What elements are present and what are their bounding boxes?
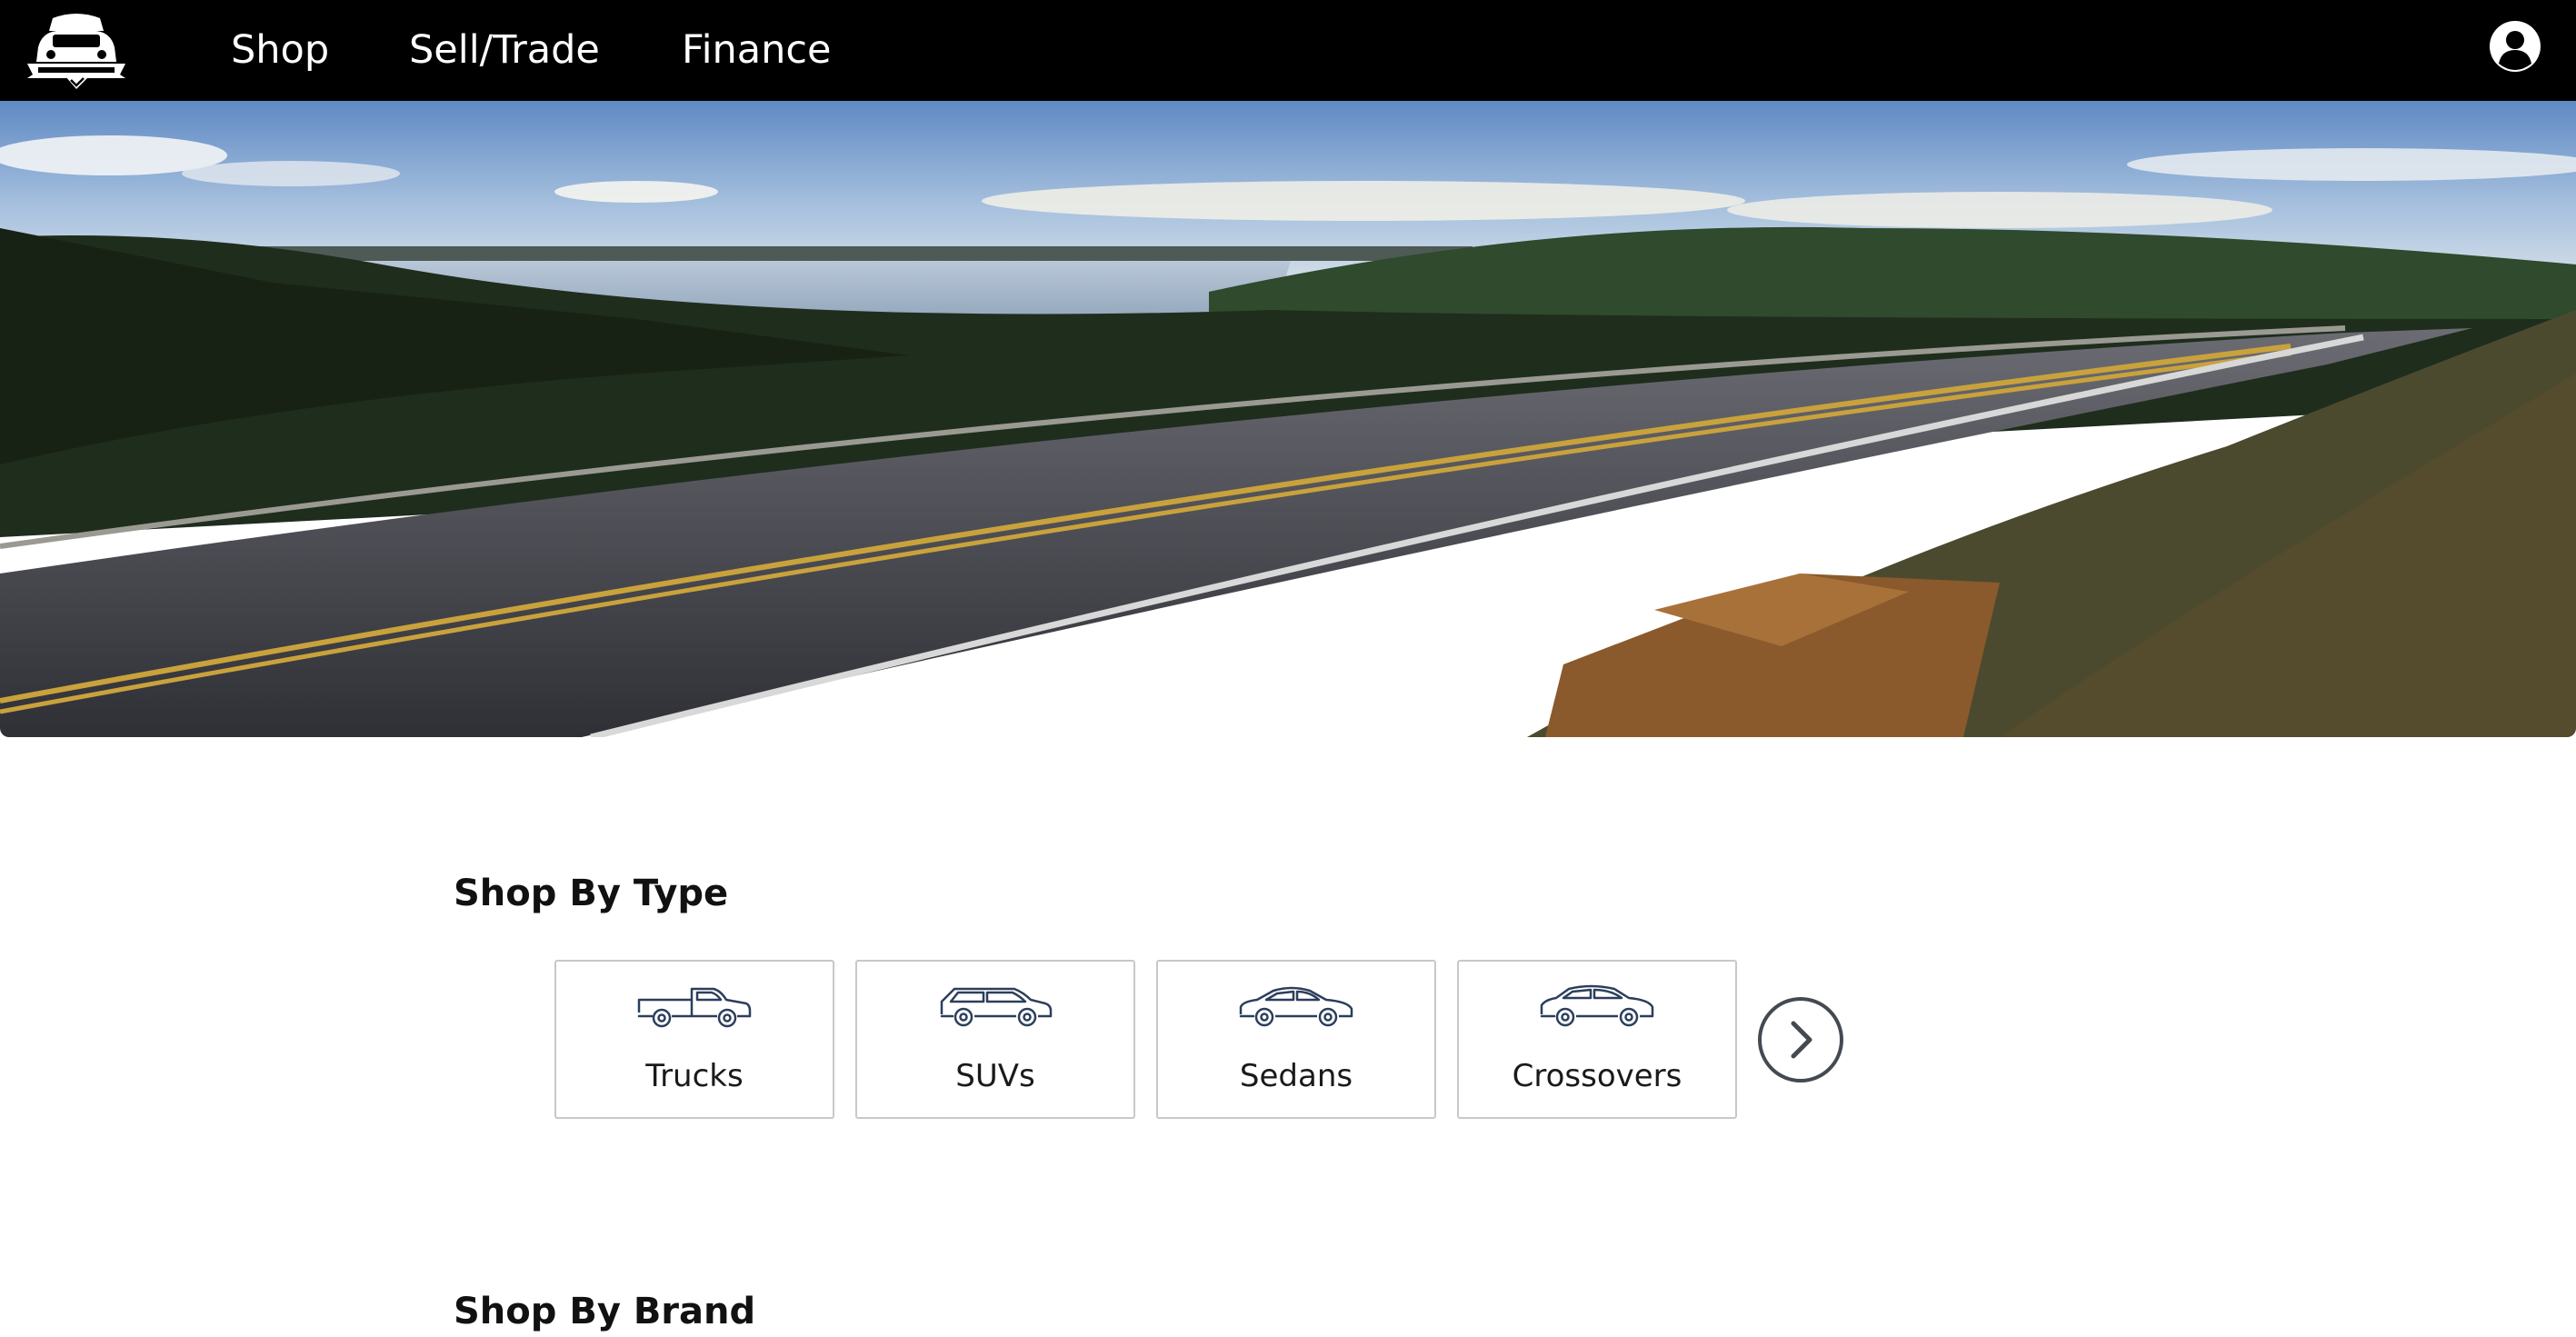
shop-by-brand-heading: Shop By Brand bbox=[454, 1291, 756, 1332]
type-label-trucks: Trucks bbox=[645, 1058, 744, 1094]
user-account-icon[interactable] bbox=[2489, 20, 2541, 73]
car-shield-logo-icon[interactable] bbox=[25, 11, 127, 89]
nav-finance[interactable]: Finance bbox=[682, 24, 832, 76]
type-label-suvs: SUVs bbox=[955, 1058, 1035, 1094]
truck-icon bbox=[635, 980, 754, 1031]
type-label-sedans: Sedans bbox=[1239, 1058, 1353, 1094]
nav-shop[interactable]: Shop bbox=[231, 24, 329, 76]
shop-by-type-heading: Shop By Type bbox=[454, 873, 729, 914]
type-card-crossovers[interactable]: Crossovers bbox=[1457, 960, 1737, 1119]
top-nav-bar: Shop Sell/Trade Finance bbox=[0, 0, 2576, 101]
sedan-icon bbox=[1237, 980, 1355, 1031]
crossover-icon bbox=[1538, 980, 1656, 1031]
type-card-trucks[interactable]: Trucks bbox=[554, 960, 834, 1119]
type-label-crossovers: Crossovers bbox=[1512, 1058, 1682, 1094]
type-card-sedans[interactable]: Sedans bbox=[1156, 960, 1436, 1119]
type-card-suvs[interactable]: SUVs bbox=[855, 960, 1135, 1119]
hero-banner-image bbox=[0, 101, 2576, 737]
nav-sell-trade[interactable]: Sell/Trade bbox=[409, 24, 600, 76]
chevron-right-icon[interactable] bbox=[1757, 996, 1844, 1083]
suv-icon bbox=[936, 980, 1054, 1031]
